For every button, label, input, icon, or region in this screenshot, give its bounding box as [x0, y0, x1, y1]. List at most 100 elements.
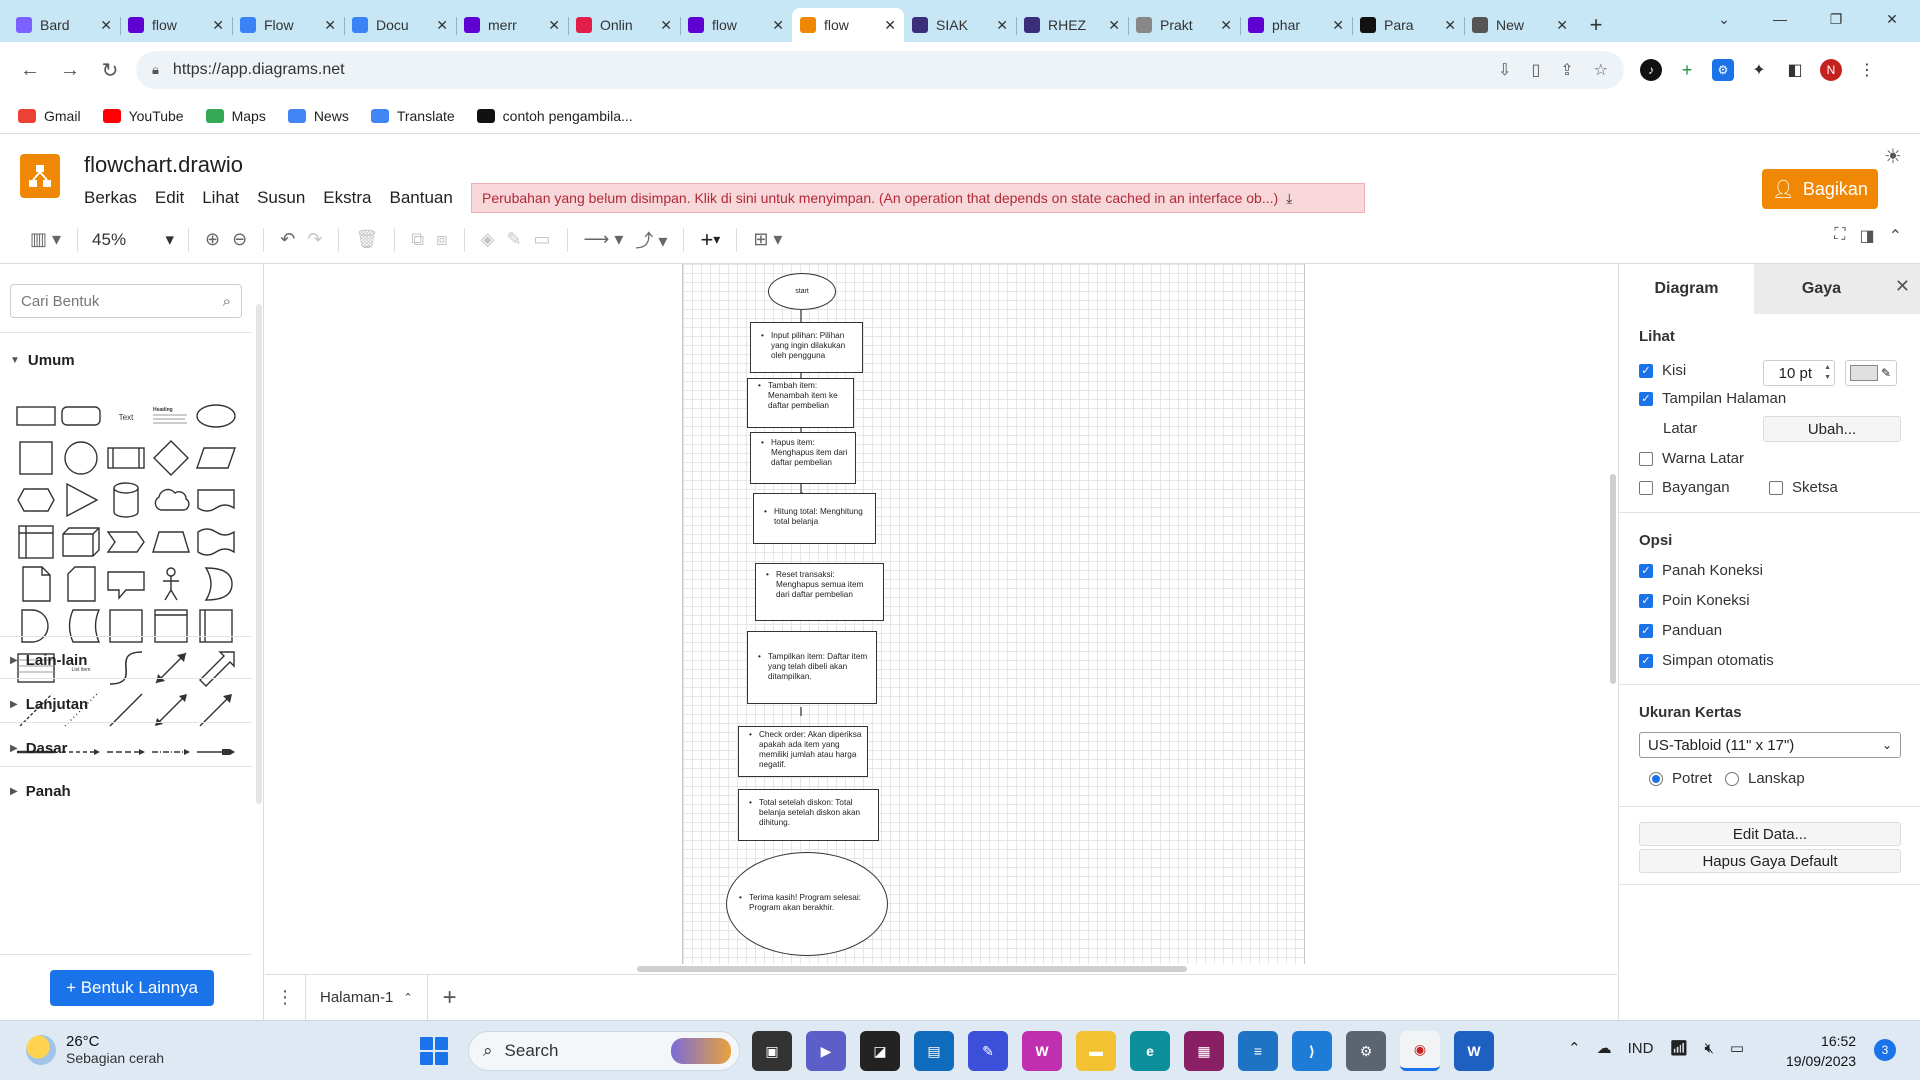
connection-arrows-toggle[interactable]: ✓ Panah Koneksi [1639, 562, 1763, 579]
parallelogram-shape[interactable] [194, 436, 238, 478]
winrar-icon[interactable]: ▦ [1184, 1031, 1224, 1071]
edge-icon[interactable]: e [1130, 1031, 1170, 1071]
close-tab-icon[interactable]: ✕ [996, 17, 1008, 34]
undo-icon[interactable]: ↶ [274, 224, 301, 256]
bg-color-toggle[interactable]: Warna Latar [1639, 450, 1744, 467]
share-button[interactable]: 👤︎ Bagikan [1762, 169, 1878, 209]
vertical-scrollbar[interactable] [1610, 474, 1616, 684]
teams-icon[interactable]: ▶ [806, 1031, 846, 1071]
shadow-icon[interactable]: ▭ [528, 224, 557, 256]
menu-item[interactable]: Bantuan [389, 188, 452, 208]
callout-shape[interactable] [104, 562, 148, 604]
cylinder-shape[interactable] [104, 478, 148, 520]
tab-diagram[interactable]: Diagram [1619, 264, 1754, 314]
shadow-checkbox[interactable] [1639, 480, 1653, 495]
tab-style[interactable]: Gaya [1754, 264, 1889, 314]
actor-shape[interactable] [149, 562, 193, 604]
ellipse-shape[interactable] [194, 394, 238, 436]
grid-size-input[interactable]: 10 pt ▲ ▼ [1763, 360, 1835, 386]
menu-item[interactable]: Ekstra [323, 188, 371, 208]
menu-item[interactable]: Susun [257, 188, 305, 208]
bookmark-item[interactable]: YouTube [102, 108, 184, 124]
zoom-select[interactable]: 45% ▾ [88, 224, 178, 256]
pages-menu-icon[interactable]: ⋮ [265, 987, 305, 1008]
profile-avatar[interactable]: N [1820, 59, 1842, 81]
browser-tab[interactable]: New ✕ [1464, 8, 1576, 42]
browser-tab[interactable]: flow ✕ [680, 8, 792, 42]
new-tab-button[interactable]: + [1576, 8, 1616, 42]
close-tab-icon[interactable]: ✕ [1556, 17, 1568, 34]
close-panel-icon[interactable]: ✕ [1895, 276, 1910, 297]
browser-tab[interactable]: Docu ✕ [344, 8, 456, 42]
shape-search-input[interactable]: Cari Bentuk ⌕ [10, 284, 242, 318]
close-tab-icon[interactable]: ✕ [212, 17, 224, 34]
autosave-checkbox[interactable]: ✓ [1639, 653, 1653, 668]
weather-widget[interactable]: 26°C Sebagian cerah [26, 1033, 164, 1066]
menu-item[interactable]: Berkas [84, 188, 137, 208]
internal-storage-shape[interactable] [14, 520, 58, 562]
browser-tab[interactable]: Para ✕ [1352, 8, 1464, 42]
cloud-shape[interactable] [149, 478, 193, 520]
minimize-button[interactable]: — [1752, 0, 1808, 38]
sidepanel-icon[interactable]: ◧ [1784, 59, 1806, 81]
flow-node-end[interactable]: Terima kasih! Program selesai: Program a… [726, 852, 888, 956]
sidebar-scrollbar[interactable] [256, 304, 262, 804]
hexagon-shape[interactable] [14, 478, 58, 520]
bookmark-star-icon[interactable]: ☆ [1594, 60, 1608, 80]
restore-button[interactable]: ❐ [1808, 0, 1864, 38]
forward-button[interactable]: → [50, 52, 90, 88]
waypoints-icon[interactable]: ⤴ ▾ [629, 224, 673, 256]
clock[interactable]: 16:52 19/09/2023 [1786, 1031, 1856, 1071]
cube-shape[interactable] [59, 520, 103, 562]
change-background-button[interactable]: Ubah... [1763, 416, 1901, 442]
process-shape[interactable] [104, 436, 148, 478]
text-shape[interactable]: Text [104, 394, 148, 436]
connection-points-toggle[interactable]: ✓ Poin Koneksi [1639, 592, 1750, 609]
volume-muted-icon[interactable]: 🔇︎ [1704, 1040, 1713, 1057]
or-shape[interactable] [194, 562, 238, 604]
directional-connector-shape[interactable] [194, 688, 238, 730]
bookmark-item[interactable]: Maps [205, 108, 266, 124]
rounded-rectangle-shape[interactable] [59, 394, 103, 436]
url-bar[interactable]: 🔒︎ https://app.diagrams.net ⇩ ▯ ⇪ ☆ [136, 51, 1624, 89]
table-icon[interactable]: ⊞ ▾ [747, 224, 788, 256]
page-icon[interactable]: ▯ [1531, 60, 1540, 80]
vscode-icon[interactable]: ⟩ [1292, 1031, 1332, 1071]
step-shape[interactable] [104, 520, 148, 562]
store-icon[interactable]: ▤ [914, 1031, 954, 1071]
close-tab-icon[interactable]: ✕ [1332, 17, 1344, 34]
connection-arrows-checkbox[interactable]: ✓ [1639, 563, 1653, 578]
chevron-up-icon[interactable]: ⌃ [403, 991, 412, 1004]
battery-icon[interactable]: ▭ [1730, 1039, 1744, 1057]
guides-checkbox[interactable]: ✓ [1639, 623, 1653, 638]
chevron-up-icon[interactable]: ⌃ [1568, 1039, 1581, 1057]
task-view-icon[interactable]: ▣ [752, 1031, 792, 1071]
trapezoid-shape[interactable] [149, 520, 193, 562]
diagram-page[interactable]: start Input pilihan: Pilihan yang ingin … [682, 264, 1305, 964]
settings-icon[interactable]: ⚙ [1346, 1031, 1386, 1071]
close-tab-icon[interactable]: ✕ [436, 17, 448, 34]
browser-tab[interactable]: RHEZ ✕ [1016, 8, 1128, 42]
network-status-icon[interactable]: ☁ [1597, 1039, 1612, 1057]
bookmark-item[interactable]: News [287, 108, 349, 124]
language-indicator[interactable]: IND [1628, 1040, 1654, 1057]
zoom-in-icon[interactable]: ⊕ [199, 224, 226, 256]
start-button[interactable] [420, 1037, 448, 1065]
delay-shape[interactable] [14, 604, 58, 646]
word-icon[interactable]: W [1454, 1031, 1494, 1071]
close-tab-icon[interactable]: ✕ [100, 17, 112, 34]
flow-node-start[interactable]: start [768, 273, 836, 310]
browser-tab[interactable]: flow ✕ [792, 8, 904, 42]
autosave-toggle[interactable]: ✓ Simpan otomatis [1639, 652, 1774, 669]
page-view-checkbox[interactable]: ✓ [1639, 391, 1653, 406]
close-window-button[interactable]: ✕ [1864, 0, 1920, 38]
tape-shape[interactable] [194, 520, 238, 562]
page-view-toggle[interactable]: ✓ Tampilan Halaman [1639, 390, 1786, 407]
more-shapes-button[interactable]: + Bentuk Lainnya [50, 970, 214, 1006]
landscape-radio[interactable] [1725, 771, 1739, 786]
document-shape[interactable] [194, 478, 238, 520]
bookmark-item[interactable]: contoh pengambila... [476, 108, 633, 124]
sketch-toggle[interactable]: Sketsa [1769, 479, 1838, 496]
delete-icon[interactable]: 🗑︎ [349, 224, 384, 256]
close-tab-icon[interactable]: ✕ [884, 17, 896, 34]
